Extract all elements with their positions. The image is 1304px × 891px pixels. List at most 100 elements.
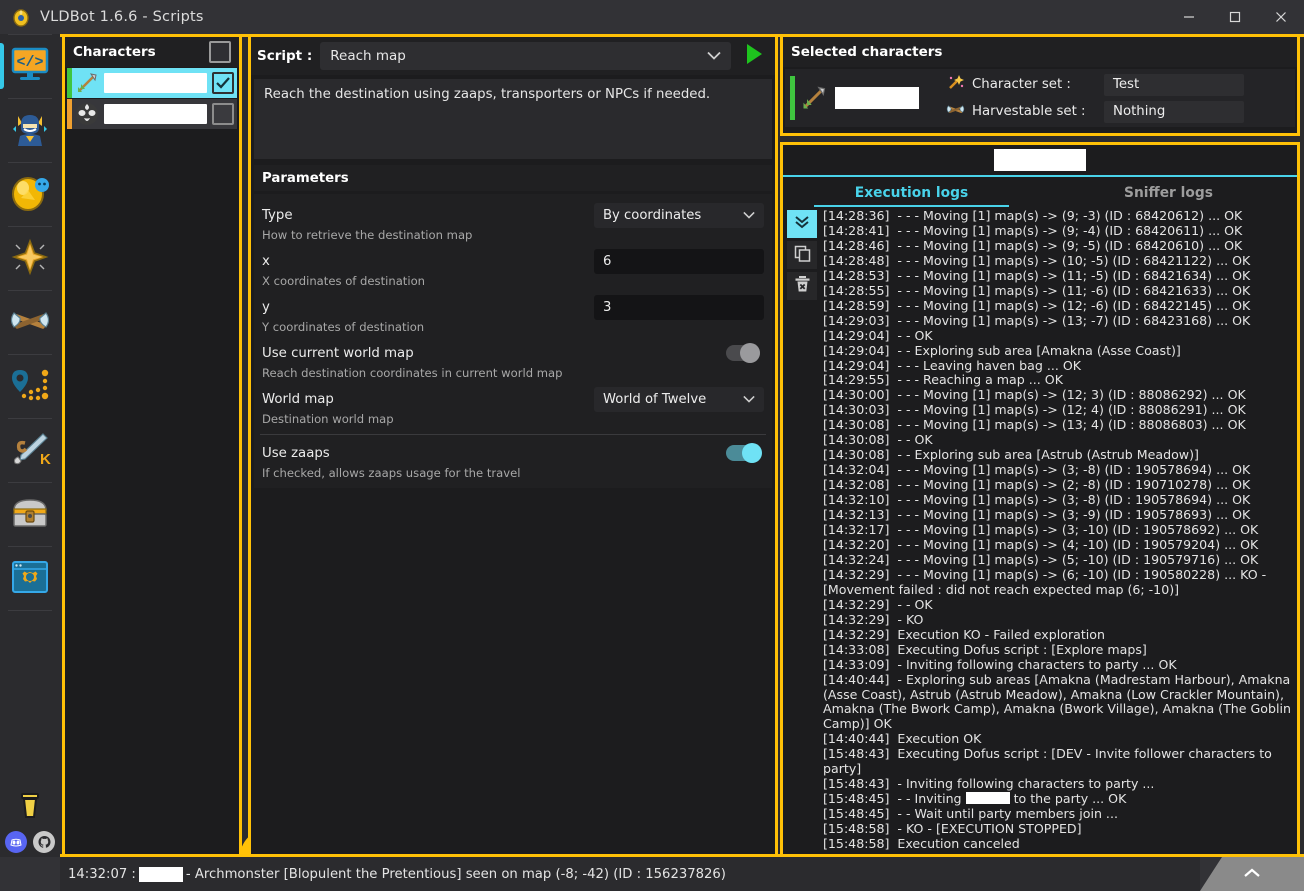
close-button[interactable]: [1258, 0, 1304, 34]
magic-wand-icon: [945, 74, 965, 95]
param-row-y: y Y coordinates of destination 3: [260, 292, 766, 338]
selected-character-row[interactable]: Character set : Test Harvestable set : N…: [785, 69, 1295, 127]
mask-sram-icon: [75, 102, 99, 126]
github-icon[interactable]: [33, 831, 55, 853]
character-name-redacted: [104, 104, 207, 124]
param-y-input[interactable]: 3: [594, 295, 764, 320]
sidebar-item-harvest[interactable]: [0, 291, 60, 354]
param-label: y: [262, 300, 270, 315]
character-status-indicator: [67, 68, 72, 98]
log-line: [14:32:17] - - - Moving [1] map(s) -> (3…: [823, 522, 1259, 538]
log-line: [14:33:08] Executing Dofus script : [Exp…: [823, 641, 1147, 657]
sidebar-item-inventory[interactable]: [0, 483, 60, 546]
sidebar-item-characters[interactable]: [0, 99, 60, 162]
log-line: [14:40:44] Execution OK: [823, 731, 982, 747]
character-checkbox[interactable]: [212, 103, 234, 125]
log-line: [14:28:36] - - - Moving [1] map(s) -> (9…: [823, 208, 1243, 223]
chevron-down-icon: [743, 209, 755, 222]
harvestable-set-value[interactable]: Nothing: [1104, 100, 1244, 123]
rail-divider: [8, 610, 52, 611]
arrow-cra-icon: [797, 84, 831, 112]
discord-icon[interactable]: [5, 831, 27, 853]
golden-egg-icon: [9, 174, 51, 216]
log-line: [14:29:04] - - Exploring sub area [Amakn…: [823, 342, 1181, 358]
sidebar-item-quests[interactable]: [0, 227, 60, 290]
character-set-line: Character set : Test: [945, 73, 1244, 96]
status-bar: 14:32:07 : - Archmonster [Blopulent the …: [0, 857, 1304, 891]
svg-text:K: K: [40, 451, 51, 467]
expand-status-button[interactable]: [1200, 857, 1304, 891]
log-line: [14:40:44] - Exploring sub areas [Amakna…: [823, 671, 1295, 732]
log-line: [14:30:08] - - OK: [823, 432, 933, 448]
sidebar-item-settings[interactable]: [0, 547, 60, 610]
select-all-characters-checkbox[interactable]: [209, 41, 231, 63]
log-lines-container[interactable]: [14:28:36] - - - Moving [1] map(s) -> (9…: [821, 207, 1297, 852]
parameters-header: Parameters: [254, 165, 772, 191]
trash-x-icon: [794, 275, 811, 297]
script-dropdown[interactable]: Reach map: [320, 42, 731, 70]
character-row-2[interactable]: [67, 99, 237, 129]
sidebar-item-fight[interactable]: K: [0, 419, 60, 482]
log-name-redacted: [965, 792, 1010, 805]
param-world-map-value: World of Twelve: [603, 392, 707, 407]
log-search-input[interactable]: [994, 149, 1086, 171]
script-dropdown-value: Reach map: [330, 48, 406, 64]
log-line: [14:29:55] - - - Reaching a map ... OK: [823, 372, 1063, 388]
character-row-1[interactable]: [67, 68, 237, 98]
status-name-redacted: [138, 866, 183, 882]
log-line: [14:28:41] - - - Moving [1] map(s) -> (9…: [823, 222, 1243, 238]
treasure-chest-icon: [10, 496, 50, 534]
param-label: x: [262, 254, 270, 269]
param-world-map-dropdown[interactable]: World of Twelve: [594, 387, 764, 412]
log-line: [14:28:53] - - - Moving [1] map(s) -> (1…: [823, 267, 1251, 283]
param-label: Type: [262, 208, 293, 223]
sidebar-item-paths[interactable]: [0, 355, 60, 418]
param-type-dropdown[interactable]: By coordinates: [594, 203, 764, 228]
param-x-input[interactable]: 6: [594, 249, 764, 274]
maximize-button[interactable]: [1212, 0, 1258, 34]
minimize-button[interactable]: [1166, 0, 1212, 34]
log-search-row: [783, 145, 1297, 175]
status-message-text: - Archmonster [Blopulent the Pretentious…: [185, 866, 726, 882]
tab-sniffer-logs[interactable]: Sniffer logs: [1040, 177, 1297, 207]
log-area: [14:28:36] - - - Moving [1] map(s) -> (9…: [783, 207, 1297, 852]
copy-logs-button[interactable]: [787, 241, 817, 269]
coffee-cup-icon[interactable]: [16, 789, 44, 825]
character-name-redacted: [104, 73, 207, 93]
status-time: 14:32:07 :: [68, 866, 136, 882]
param-use-zaaps-toggle[interactable]: [726, 443, 762, 463]
log-line: [15:48:58] - KO - [EXECUTION STOPPED]: [823, 821, 1082, 837]
sidebar-item-dragoturkey-egg[interactable]: [0, 163, 60, 226]
log-line: [14:30:08] - - - Moving [1] map(s) -> (1…: [823, 417, 1246, 433]
run-script-button[interactable]: [739, 41, 769, 71]
param-use-current-world-map-toggle[interactable]: [726, 343, 760, 363]
map-pin-path-icon: [9, 368, 51, 406]
chevron-down-icon: [743, 393, 755, 406]
log-line: [14:32:29] - - OK: [823, 596, 933, 612]
crossed-axes-icon: [945, 102, 965, 121]
selected-characters-panel: Selected characters Character set: Test…: [780, 34, 1300, 136]
log-line: [14:30:08] - - Exploring sub area [Astru…: [823, 447, 1199, 463]
log-line: [14:32:13] - - - Moving [1] map(s) -> (3…: [823, 507, 1251, 523]
log-line: [14:32:20] - - - Moving [1] map(s) -> (4…: [823, 536, 1259, 552]
log-line: [14:32:24] - - - Moving [1] map(s) -> (5…: [823, 551, 1259, 567]
clear-logs-button[interactable]: [787, 272, 817, 300]
sidebar-item-scripts[interactable]: </>: [0, 35, 60, 98]
log-line: [14:30:03] - - - Moving [1] map(s) -> (1…: [823, 402, 1246, 418]
selected-characters-header: Selected characters: [783, 37, 1297, 67]
log-line: [14:30:00] - - - Moving [1] map(s) -> (1…: [823, 387, 1246, 403]
log-line: [15:48:45] - - Inviting to the party ...…: [823, 791, 1127, 807]
tab-execution-logs[interactable]: Execution logs: [783, 177, 1040, 207]
character-status-indicator: [67, 99, 72, 129]
character-checkbox[interactable]: [212, 72, 234, 94]
param-label: World map: [262, 392, 334, 407]
script-panel: Script : Reach map Reach the destination…: [248, 34, 1017, 885]
characters-panel-title: Characters: [73, 44, 156, 60]
log-toolbar: [783, 207, 821, 852]
param-description: X coordinates of destination: [262, 274, 426, 288]
param-description: Destination world map: [262, 412, 394, 426]
play-triangle-icon: [744, 43, 764, 69]
character-set-value[interactable]: Test: [1104, 73, 1244, 96]
scroll-to-bottom-button[interactable]: [787, 210, 817, 238]
log-line: [14:28:48] - - - Moving [1] map(s) -> (1…: [823, 252, 1251, 268]
